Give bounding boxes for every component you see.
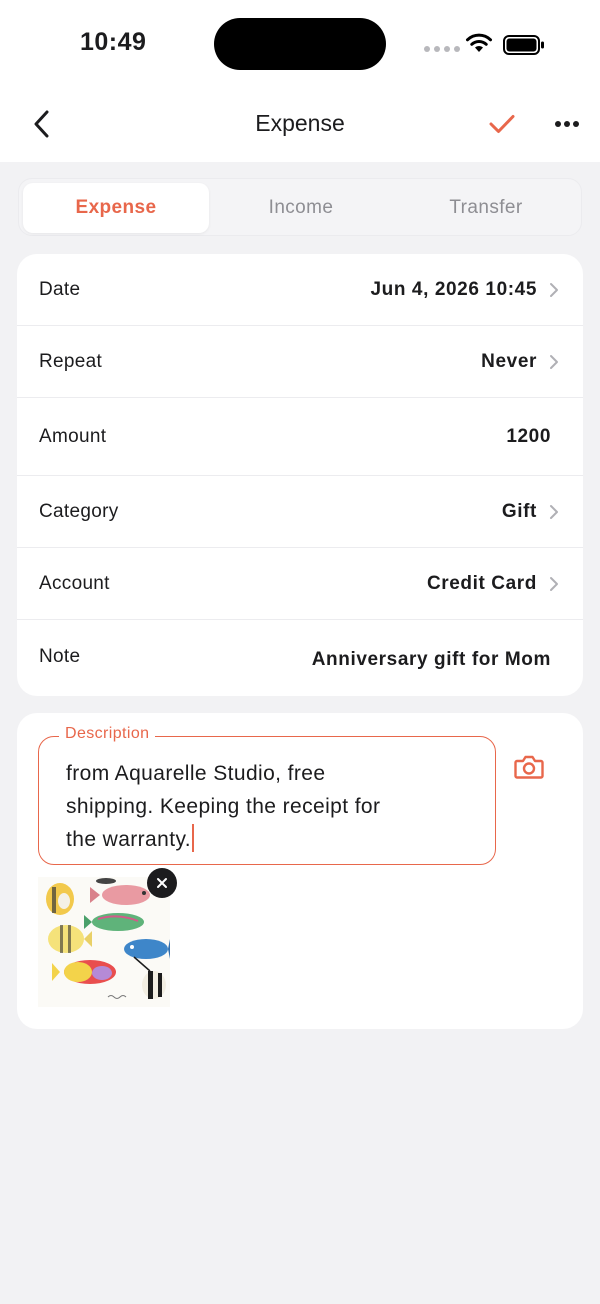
account-label: Account [39, 573, 110, 594]
repeat-row[interactable]: Repeat Never [17, 326, 583, 398]
date-label: Date [39, 279, 81, 300]
status-bar: 10:49 [0, 0, 600, 90]
description-field[interactable]: Description from Aquarelle Studio, free … [38, 725, 496, 865]
note-label: Note [39, 646, 81, 667]
category-value: Gift [501, 501, 537, 522]
description-input[interactable]: from Aquarelle Studio, free shipping. Ke… [66, 757, 476, 856]
category-label: Category [39, 501, 119, 522]
amount-row[interactable]: Amount 1200 [17, 398, 583, 476]
date-row[interactable]: Date Jun 4, 2026 10:45 [17, 254, 583, 326]
camera-icon[interactable] [513, 751, 545, 783]
tab-income[interactable]: Income [208, 183, 394, 233]
wifi-icon [466, 33, 492, 52]
transaction-form: Date Jun 4, 2026 10:45 Repeat Never Amou… [17, 254, 583, 696]
date-value: Jun 4, 2026 10:45 [370, 279, 537, 300]
dynamic-island [214, 18, 386, 70]
close-icon [157, 878, 167, 888]
account-value: Credit Card [426, 573, 537, 594]
nav-bar: Expense [0, 90, 600, 162]
chevron-right-icon [550, 505, 558, 519]
fish-illustration-thumbnail[interactable] [38, 877, 170, 1007]
description-line: the warranty. [66, 828, 192, 851]
transaction-type-tabs: Expense Income Transfer [18, 178, 582, 236]
chevron-right-icon [550, 355, 558, 369]
save-button[interactable] [486, 108, 518, 140]
status-time: 10:49 [80, 28, 147, 56]
chevron-right-icon [550, 577, 558, 591]
description-line: from Aquarelle Studio, free [66, 762, 326, 785]
repeat-value: Never [481, 351, 537, 372]
text-caret [192, 824, 195, 852]
category-row[interactable]: Category Gift [17, 476, 583, 548]
description-card: Description from Aquarelle Studio, free … [17, 713, 583, 1029]
description-label: Description [59, 725, 156, 743]
amount-input[interactable]: 1200 [506, 426, 551, 448]
description-line: shipping. Keeping the receipt for [66, 795, 381, 818]
more-button[interactable] [550, 108, 584, 140]
ellipsis-icon [555, 121, 579, 127]
note-row[interactable]: Note Anniversary gift for Mom [17, 620, 583, 696]
amount-label: Amount [39, 426, 107, 447]
note-input[interactable]: Anniversary gift for Mom [312, 649, 551, 671]
signal-icon [424, 46, 460, 52]
checkmark-icon [489, 115, 515, 133]
chevron-right-icon [550, 283, 558, 297]
tab-expense[interactable]: Expense [23, 183, 209, 233]
battery-icon [503, 35, 544, 55]
tab-transfer[interactable]: Transfer [393, 183, 579, 233]
repeat-label: Repeat [39, 351, 103, 372]
account-row[interactable]: Account Credit Card [17, 548, 583, 620]
remove-attachment-button[interactable] [147, 868, 177, 898]
